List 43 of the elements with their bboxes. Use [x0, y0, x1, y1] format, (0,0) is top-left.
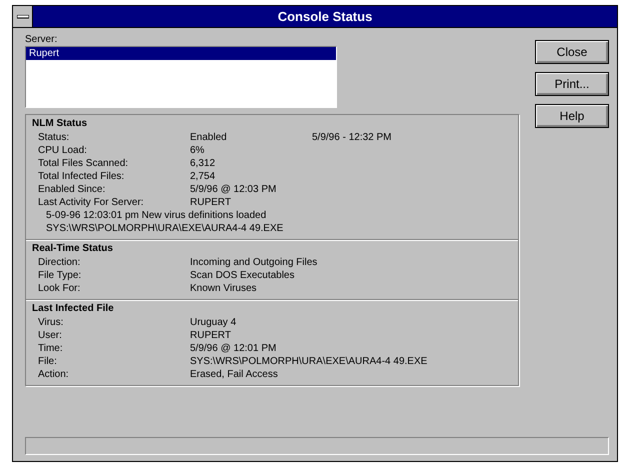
window-title: Console Status	[276, 9, 374, 24]
field-label: File:	[38, 355, 58, 368]
section-title: NLM Status	[32, 118, 88, 129]
dialog-button[interactable]: Help	[535, 104, 609, 128]
field-value: Uruguay 4	[190, 316, 238, 329]
field-value: RUPERT	[190, 329, 232, 342]
field-value: Scan DOS Executables	[190, 269, 296, 282]
field-value: 5/9/96 @ 12:01 PM	[190, 342, 278, 355]
field-label: Direction:	[38, 256, 82, 269]
field-label: Total Files Scanned:	[38, 157, 130, 170]
server-label: Server:	[25, 34, 58, 45]
field-label: File Type:	[38, 269, 82, 282]
field-value: Enabled	[190, 131, 228, 144]
activity-line: 5-09-96 12:03:01 pm New virus definitions loaded	[45, 209, 268, 222]
field-value: 5/9/96 @ 12:03 PM	[190, 183, 278, 196]
server-list[interactable]: Rupert	[25, 46, 337, 108]
field-value: RUPERT	[190, 196, 232, 209]
field-value: 2,754	[190, 170, 216, 183]
dialog-button[interactable]: Close	[535, 40, 609, 64]
field-label: Virus:	[38, 316, 64, 329]
field-value: 6%	[190, 144, 206, 157]
field-value: SYS:\WRS\POLMORPH\URA\EXE\AURA4-4 49.EXE	[190, 355, 428, 368]
field-value: Incoming and Outgoing Files	[190, 256, 318, 269]
activity-line: SYS:\WRS\POLMORPH\URA\EXE\AURA4-4 49.EXE	[45, 222, 284, 235]
field-label: Status:	[38, 131, 70, 144]
field-value: 6,312	[190, 157, 216, 170]
field-value: Known Viruses	[190, 282, 258, 295]
section-title: Last Infected File	[32, 303, 115, 314]
field-label: Enabled Since:	[38, 183, 106, 196]
field-label: CPU Load:	[38, 144, 88, 157]
minus-icon	[16, 14, 28, 18]
dialog-button[interactable]: Print...	[535, 72, 609, 96]
field-label: Look For:	[38, 282, 82, 295]
field-label: Total Infected Files:	[38, 170, 126, 183]
field-value: 5/9/96 - 12:32 PM	[312, 131, 392, 144]
field-label: Time:	[38, 342, 64, 355]
field-label: Last Activity For Server:	[38, 196, 145, 209]
field-label: Action:	[38, 368, 70, 381]
server-item[interactable]: Rupert	[26, 47, 336, 60]
field-label: User:	[38, 329, 63, 342]
field-value: Erased, Fail Access	[190, 368, 279, 381]
system-menu-button[interactable]	[13, 6, 33, 27]
section-title: Real-Time Status	[32, 243, 114, 254]
